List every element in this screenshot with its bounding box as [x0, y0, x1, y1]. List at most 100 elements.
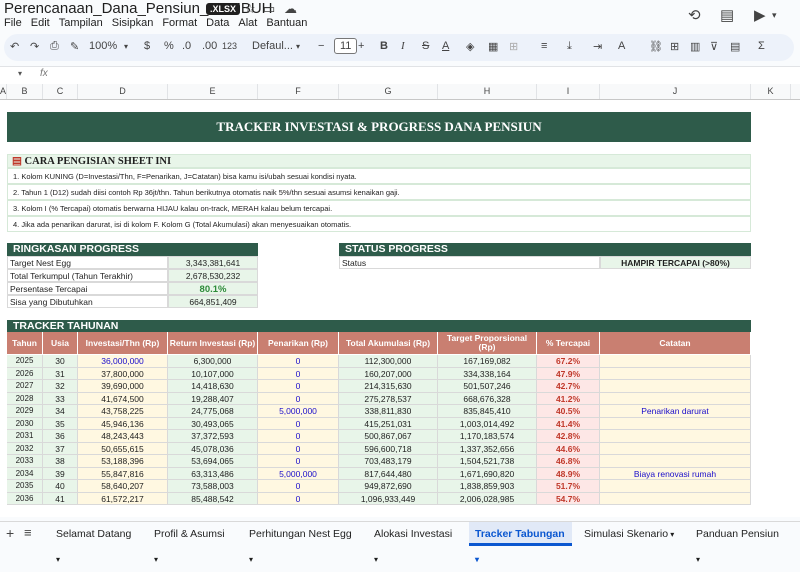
column-header-j[interactable]: J [600, 84, 751, 99]
cell-percent[interactable]: 54.7% [537, 492, 600, 505]
print-icon[interactable]: ⎙ [50, 40, 59, 53]
bold-icon[interactable]: B [380, 40, 388, 52]
col-header-age[interactable]: Usia [43, 332, 78, 354]
font-size-input[interactable]: 11 [334, 38, 358, 54]
history-icon[interactable]: ⟲ [688, 6, 701, 24]
sheet-tab[interactable]: Alokasi Investasi ▾ [368, 522, 462, 564]
cell-notes[interactable]: Penarikan darurat [600, 405, 751, 418]
cell-total[interactable]: 500,867,067 [339, 430, 438, 443]
cell-withdrawal[interactable]: 0 [258, 355, 339, 368]
add-sheet-icon[interactable]: + [6, 525, 14, 541]
insert-link-icon[interactable]: ⛓ [649, 40, 663, 53]
col-header-investment[interactable]: Investasi/Thn (Rp) [78, 332, 168, 354]
undo-icon[interactable]: ↶ [10, 40, 19, 53]
tab-chevron-icon[interactable]: ▾ [56, 555, 60, 564]
cell-age[interactable]: 36 [43, 430, 78, 443]
cell-target[interactable]: 167,169,082 [438, 355, 537, 368]
summary-label[interactable]: Persentase Tercapai [7, 282, 168, 295]
column-header-h[interactable]: H [438, 84, 537, 99]
cell-return[interactable]: 73,588,003 [168, 480, 258, 493]
cell-age[interactable]: 33 [43, 392, 78, 405]
tab-chevron-icon[interactable]: ▾ [374, 555, 378, 564]
text-color-icon[interactable]: A [442, 40, 449, 52]
cell-percent[interactable]: 41.2% [537, 392, 600, 405]
cell-target[interactable]: 668,676,328 [438, 392, 537, 405]
decrease-font-size-icon[interactable]: − [318, 40, 324, 52]
summary-percent-value[interactable]: 80.1% [168, 282, 258, 295]
cell-investment[interactable]: 58,640,207 [78, 480, 168, 493]
cell-age[interactable]: 40 [43, 480, 78, 493]
cell-age[interactable]: 32 [43, 380, 78, 393]
menu-data[interactable]: Data [206, 17, 229, 29]
cell-investment[interactable]: 43,758,225 [78, 405, 168, 418]
instruction-item[interactable]: 4. Jika ada penarikan darurat, isi di ko… [7, 216, 751, 232]
name-box-chevron-icon[interactable]: ▾ [18, 69, 22, 78]
cell-notes[interactable] [600, 367, 751, 380]
cell-total[interactable]: 949,872,690 [339, 480, 438, 493]
tab-chevron-icon[interactable]: ▾ [154, 555, 158, 564]
col-header-total[interactable]: Total Akumulasi (Rp) [339, 332, 438, 354]
menu-view[interactable]: Tampilan [59, 17, 103, 29]
cell-notes[interactable] [600, 392, 751, 405]
summary-label[interactable]: Target Nest Egg [7, 256, 168, 269]
merge-cells-icon[interactable]: ⊞ [509, 40, 518, 53]
font-chevron-icon[interactable]: ▾ [296, 42, 300, 51]
cell-percent[interactable]: 46.8% [537, 455, 600, 468]
cell-year[interactable]: 2025 [7, 355, 43, 368]
cell-year[interactable]: 2028 [7, 392, 43, 405]
summary-label[interactable]: Sisa yang Dibutuhkan [7, 295, 168, 308]
cell-target[interactable]: 1,170,183,574 [438, 430, 537, 443]
comments-icon[interactable]: ▤ [720, 6, 734, 24]
cell-withdrawal[interactable]: 0 [258, 417, 339, 430]
cell-return[interactable]: 37,372,593 [168, 430, 258, 443]
cell-withdrawal[interactable]: 5,000,000 [258, 405, 339, 418]
cell-notes[interactable] [600, 417, 751, 430]
increase-decimal-button[interactable]: .00 [202, 40, 217, 52]
col-header-year[interactable]: Tahun [7, 332, 43, 354]
cell-percent[interactable]: 47.9% [537, 367, 600, 380]
cell-return[interactable]: 63,313,486 [168, 467, 258, 480]
cell-target[interactable]: 334,338,164 [438, 367, 537, 380]
cell-percent[interactable]: 48.9% [537, 467, 600, 480]
sheet-tab[interactable]: Profil & Asumsi ▾ [148, 522, 236, 564]
redo-icon[interactable]: ↷ [30, 40, 39, 53]
col-header-return[interactable]: Return Investasi (Rp) [168, 332, 258, 354]
cell-year[interactable]: 2031 [7, 430, 43, 443]
cell-total[interactable]: 338,811,830 [339, 405, 438, 418]
cell-return[interactable]: 85,488,542 [168, 492, 258, 505]
cell-percent[interactable]: 41.4% [537, 417, 600, 430]
cell-age[interactable]: 37 [43, 442, 78, 455]
font-select[interactable]: Defaul... [252, 40, 293, 52]
paint-format-icon[interactable]: ✎ [70, 40, 79, 53]
cell-investment[interactable]: 45,946,136 [78, 417, 168, 430]
summary-value[interactable]: 2,678,530,232 [168, 269, 258, 282]
insert-chart-icon[interactable]: ▥ [690, 40, 700, 53]
cell-investment[interactable]: 50,655,615 [78, 442, 168, 455]
cell-percent[interactable]: 67.2% [537, 355, 600, 368]
cell-return[interactable]: 14,418,630 [168, 380, 258, 393]
cell-withdrawal[interactable]: 0 [258, 367, 339, 380]
insert-comment-icon[interactable]: ⊞ [670, 40, 679, 53]
cell-notes[interactable] [600, 380, 751, 393]
zoom-select[interactable]: 100% [89, 40, 117, 52]
meet-icon[interactable]: ▶ [754, 6, 766, 24]
column-header-a[interactable]: A [0, 84, 7, 99]
cell-investment[interactable]: 39,690,000 [78, 380, 168, 393]
col-header-withdrawal[interactable]: Penarikan (Rp) [258, 332, 339, 354]
cell-age[interactable]: 31 [43, 367, 78, 380]
menu-insert[interactable]: Sisipkan [112, 17, 154, 29]
cell-target[interactable]: 1,337,352,656 [438, 442, 537, 455]
cell-notes[interactable] [600, 492, 751, 505]
cell-withdrawal[interactable]: 0 [258, 480, 339, 493]
decrease-decimal-button[interactable]: .0 [182, 40, 191, 52]
cell-withdrawal[interactable]: 0 [258, 455, 339, 468]
cell-age[interactable]: 38 [43, 455, 78, 468]
filter-views-icon[interactable]: ▤ [730, 40, 740, 53]
currency-format-button[interactable]: $ [144, 40, 150, 52]
tab-chevron-icon[interactable]: ▾ [696, 555, 700, 564]
cell-target[interactable]: 835,845,410 [438, 405, 537, 418]
cell-year[interactable]: 2032 [7, 442, 43, 455]
cell-year[interactable]: 2036 [7, 492, 43, 505]
cell-notes[interactable] [600, 355, 751, 368]
italic-icon[interactable]: I [401, 40, 405, 52]
